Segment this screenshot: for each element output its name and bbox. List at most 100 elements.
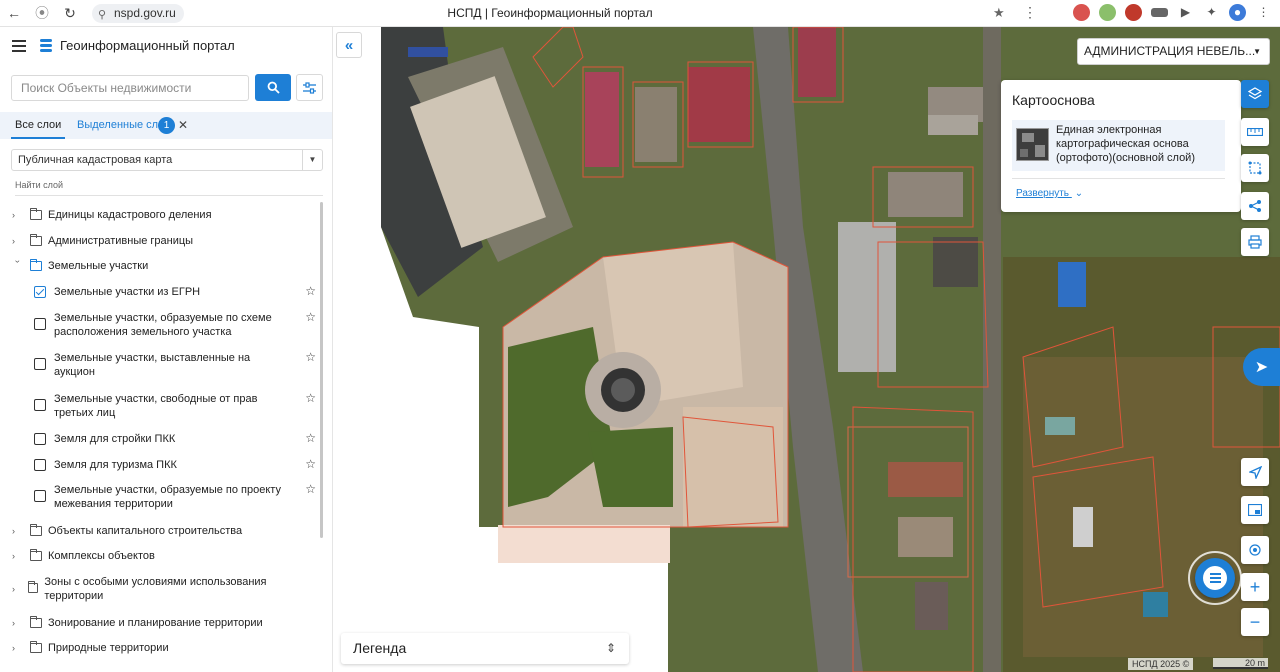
extension-icon[interactable] <box>1151 8 1168 17</box>
search-input[interactable]: Поиск Объекты недвижимости <box>11 75 249 101</box>
layer-label: Земельные участки, образуемые по проекту… <box>54 484 281 510</box>
chat-button[interactable] <box>1188 551 1242 605</box>
bookmark-icon[interactable]: ★ <box>993 5 1005 21</box>
minimap-icon[interactable] <box>1241 496 1269 524</box>
tree-folder-label: Зоны с особыми условиями использования т… <box>44 576 267 602</box>
chevron-right-icon[interactable]: › <box>12 582 22 596</box>
filter-button[interactable] <box>296 74 323 101</box>
layers-icon[interactable] <box>1241 80 1269 108</box>
find-layer-input[interactable]: Найти слой <box>15 180 323 196</box>
tab-all-layers[interactable]: Все слои <box>10 119 66 139</box>
layer-checkbox[interactable] <box>34 358 46 370</box>
layer-item[interactable]: Земельные участки, образуемые по проекту… <box>34 482 316 511</box>
layer-item[interactable]: Земельные участки, выставленные на аукци… <box>34 350 316 379</box>
star-icon[interactable]: ☆ <box>305 284 316 298</box>
basemap-layer-item[interactable]: Единая электронная картографическая осно… <box>1012 120 1225 171</box>
folder-icon <box>30 641 42 653</box>
admin-district-select[interactable]: АДМИНИСТРАЦИЯ НЕВЕЛЬ... ▼ <box>1077 38 1270 65</box>
more-icon[interactable]: ⋮ <box>1023 4 1037 21</box>
layer-item[interactable]: Земля для стройки ПКК ☆ <box>34 431 316 446</box>
folder-icon <box>30 208 42 220</box>
folder-icon <box>30 234 42 246</box>
layer-checkbox[interactable] <box>34 490 46 502</box>
tree-folder[interactable]: › Объекты капитального строительства <box>12 524 242 538</box>
play-icon[interactable]: ▶ <box>1177 4 1194 21</box>
tree-folder[interactable]: › Природные территории <box>12 641 169 655</box>
geolocation-icon[interactable] <box>1241 536 1269 564</box>
layer-checkbox[interactable] <box>34 318 46 330</box>
ruler-icon[interactable] <box>1241 118 1269 146</box>
chevron-down-icon: ▼ <box>302 150 322 170</box>
search-button[interactable] <box>255 74 291 101</box>
extension-icon[interactable] <box>1099 4 1116 21</box>
chevron-right-icon[interactable]: › <box>12 234 24 248</box>
chevron-right-icon[interactable]: › <box>12 549 24 563</box>
layer-tabs: Все слои Выделенные слои 1 ✕ <box>0 112 332 139</box>
chevron-right-icon[interactable]: › <box>12 641 24 655</box>
folder-icon <box>30 549 42 561</box>
expand-link[interactable]: Развернуть ⌄ <box>1016 188 1083 199</box>
star-icon[interactable]: ☆ <box>305 310 316 324</box>
collapse-sidebar-button[interactable]: « <box>336 32 362 58</box>
layer-item[interactable]: Земля для туризма ПКК ☆ <box>34 457 316 472</box>
extension-icon[interactable] <box>1125 4 1142 21</box>
layer-label: Земельные участки из ЕГРН <box>54 286 201 298</box>
layer-label: Земельные участки, свободные от прав тре… <box>54 393 258 419</box>
layer-checkbox[interactable] <box>34 433 46 445</box>
menu-icon[interactable]: ⋮ <box>1255 4 1272 21</box>
scale-bar: 20 m <box>1213 658 1268 669</box>
layer-checkbox[interactable] <box>34 286 46 298</box>
layer-label: Земельные участки, образуемые по схеме р… <box>54 312 272 338</box>
tree-folder[interactable]: › Административные границы <box>12 234 193 248</box>
chevron-right-icon[interactable]: › <box>12 208 24 222</box>
map-attribution: НСПД 2025 © <box>1128 658 1194 670</box>
tree-folder[interactable]: › Зоны с особыми условиями использования… <box>12 575 282 603</box>
tree-folder[interactable]: › Единицы кадастрового деления <box>12 208 212 222</box>
layers-sidebar: Геоинформационный портал Поиск Объекты н… <box>0 27 333 672</box>
share-icon[interactable] <box>1241 192 1269 220</box>
locate-icon[interactable] <box>1241 458 1269 486</box>
layer-checkbox[interactable] <box>34 399 46 411</box>
divider <box>1012 178 1225 179</box>
assistant-tab[interactable]: ➤ <box>1243 348 1280 386</box>
tree-folder[interactable]: › Комплексы объектов <box>12 549 155 563</box>
puzzle-icon[interactable]: ✦ <box>1203 4 1220 21</box>
basemap-title: Картооснова <box>1012 92 1095 108</box>
star-icon[interactable]: ☆ <box>305 457 316 471</box>
tree-folder-label: Природные территории <box>48 642 169 654</box>
portal-title: Геоинформационный портал <box>60 38 235 53</box>
layer-item[interactable]: Земельные участки, образуемые по схеме р… <box>34 310 316 339</box>
tree-folder[interactable]: › Зонирование и планирование территории <box>12 616 263 630</box>
layer-label: Земля для туризма ПКК <box>54 459 177 471</box>
map-view[interactable]: « АДМИНИСТРАЦИЯ НЕВЕЛЬ... ▼ Картооснова … <box>333 27 1280 672</box>
layer-item[interactable]: Земельные участки из ЕГРН ☆ <box>34 284 316 299</box>
legend-panel[interactable]: Легенда ⇕ <box>341 633 629 664</box>
layer-item[interactable]: Земельные участки, свободные от прав тре… <box>34 391 316 420</box>
close-icon[interactable]: ✕ <box>178 118 188 132</box>
tab-selected-layers[interactable]: Выделенные слои <box>77 119 170 131</box>
zoom-out-icon[interactable]: − <box>1241 608 1269 636</box>
star-icon[interactable]: ☆ <box>305 431 316 445</box>
star-icon[interactable]: ☆ <box>305 482 316 496</box>
expand-collapse-icon[interactable]: ⇕ <box>606 633 616 664</box>
tree-folder[interactable]: › Земельные участки <box>12 259 148 273</box>
layer-checkbox[interactable] <box>34 459 46 471</box>
map-type-select[interactable]: Публичная кадастровая карта ▼ <box>11 149 323 171</box>
tree-folder-label: Зонирование и планирование территории <box>48 617 263 629</box>
extension-icon[interactable] <box>1073 4 1090 21</box>
sidebar-scrollbar[interactable] <box>320 202 323 538</box>
legend-title: Легенда <box>353 640 407 656</box>
profile-icon[interactable]: ● <box>1229 4 1246 21</box>
select-area-icon[interactable] <box>1241 154 1269 182</box>
zoom-in-icon[interactable]: + <box>1241 573 1269 601</box>
expand-link-label: Развернуть <box>1016 188 1070 199</box>
tree-folder-label: Административные границы <box>48 235 194 247</box>
chevron-down-icon[interactable]: › <box>11 260 25 272</box>
chevron-right-icon[interactable]: › <box>12 524 24 538</box>
menu-icon[interactable] <box>12 39 26 52</box>
star-icon[interactable]: ☆ <box>305 391 316 405</box>
chevron-right-icon[interactable]: › <box>12 616 24 630</box>
assistant-icon: ➤ <box>1254 359 1269 376</box>
star-icon[interactable]: ☆ <box>305 350 316 364</box>
print-icon[interactable] <box>1241 228 1269 256</box>
